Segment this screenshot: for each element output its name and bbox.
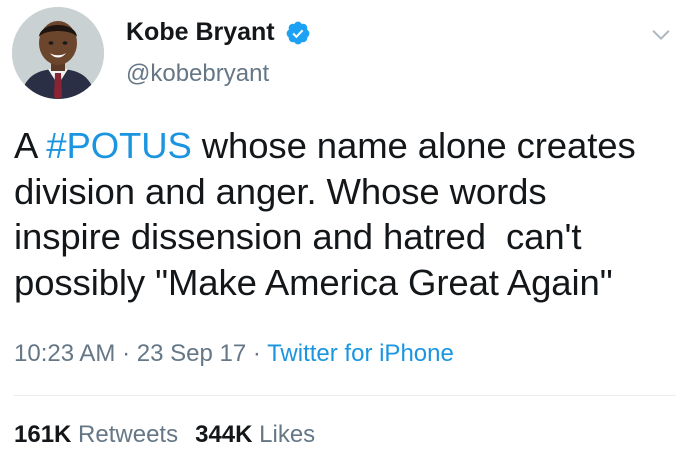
author-name[interactable]: Kobe Bryant <box>126 18 275 47</box>
tweet-source-link[interactable]: Twitter for iPhone <box>267 340 454 367</box>
tweet-text: A #POTUS whose name alone creates divisi… <box>14 123 679 305</box>
hashtag-link[interactable]: #POTUS <box>46 125 192 166</box>
likes-label: Likes <box>259 421 316 448</box>
retweets-label: Retweets <box>78 421 179 448</box>
tweet-meta: 10:23 AM · 23 Sep 17 · Twitter for iPhon… <box>14 340 454 368</box>
avatar[interactable] <box>12 7 104 99</box>
divider <box>14 395 676 396</box>
likes-stat[interactable]: 344K Likes <box>195 421 315 448</box>
meta-separator: · <box>246 340 268 367</box>
tweet-stats: 161K Retweets 344K Likes <box>14 421 332 449</box>
chevron-down-icon[interactable] <box>650 24 672 46</box>
tweet-text-prefix: A <box>14 125 47 166</box>
profile-photo-icon <box>12 7 104 99</box>
tweet-time[interactable]: 10:23 AM <box>14 340 115 367</box>
meta-separator: · <box>115 340 137 367</box>
tweet-card: Kobe Bryant @kobebryant A #POTUS whose n… <box>0 0 680 464</box>
verified-badge-icon <box>286 21 310 45</box>
retweets-count: 161K <box>14 421 72 448</box>
retweets-stat[interactable]: 161K Retweets <box>14 421 178 448</box>
likes-count: 344K <box>195 421 253 448</box>
tweet-date[interactable]: 23 Sep 17 <box>137 340 246 367</box>
author-handle[interactable]: @kobebryant <box>126 60 269 88</box>
